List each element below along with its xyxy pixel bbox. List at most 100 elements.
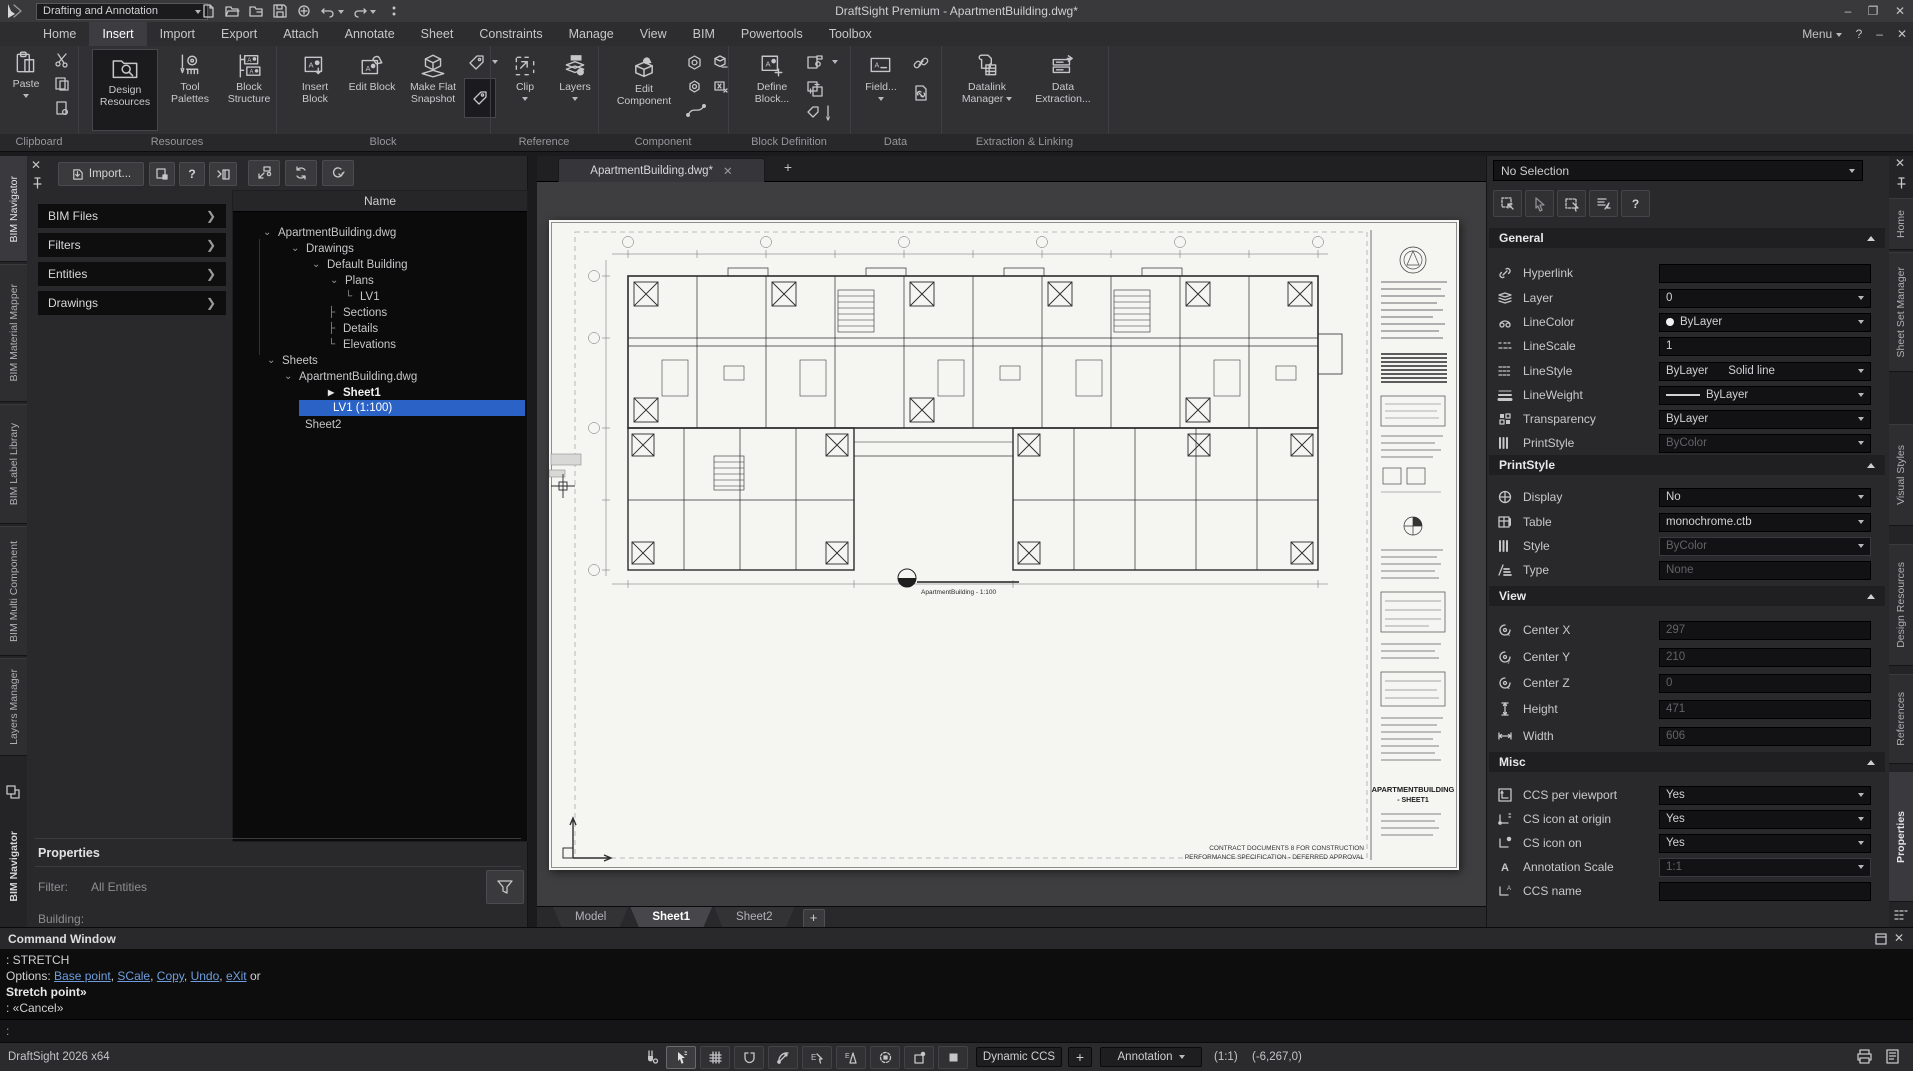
drawing-sheet[interactable]: ApartmentBuilding - 1:100 [549,220,1459,870]
menu-home[interactable]: Home [30,22,89,46]
sync-button[interactable] [285,160,317,186]
ccs-icon-toggle[interactable] [904,1046,934,1069]
section-printstyle[interactable]: PrintStyle [1489,455,1885,475]
print-icon[interactable] [296,3,312,19]
hexagon-component-icon[interactable] [686,54,703,71]
table-value[interactable]: monochrome.ctb [1659,513,1871,532]
cut-icon[interactable] [54,52,70,68]
dock-tab-properties[interactable]: Properties [1889,772,1913,902]
dock-tab-sheet-set-manager[interactable]: Sheet Set Manager [1889,252,1913,372]
menu-view[interactable]: View [627,22,680,46]
save-icon[interactable] [272,3,288,19]
properties-help-button[interactable]: ? [1621,190,1650,217]
new-file-icon[interactable] [200,3,216,19]
tree-node-sections[interactable]: ├Sections [328,305,387,320]
entity-snap-toggle[interactable]: E [802,1046,832,1069]
minimize-button[interactable]: – [1838,2,1858,20]
annotation-scale-dropdown[interactable]: Annotation [1100,1047,1202,1067]
redo-icon[interactable] [352,3,368,19]
tree-node-details[interactable]: ├Details [328,321,378,336]
linescale-value[interactable]: 1 [1659,337,1871,356]
dock-tab-bim-label-library[interactable]: BIM Label Library [0,404,27,524]
paste-dropdown-icon[interactable] [23,94,29,98]
hyperlink-icon[interactable] [912,54,930,72]
attach-mapping-button[interactable] [149,162,175,186]
dock-tab-bim-material-mapper[interactable]: BIM Material Mapper [0,264,27,402]
menu-bim[interactable]: BIM [680,22,728,46]
tree-node-plans[interactable]: ⌄Plans [330,273,374,288]
gravity-toggle[interactable] [870,1046,900,1069]
workspace-selector[interactable]: Drafting and Annotation [36,3,208,20]
menu-insert[interactable]: Insert [89,22,146,46]
clip-button[interactable]: Clip [502,53,548,105]
deselect-button[interactable] [1525,190,1554,217]
component-remove-icon[interactable] [712,54,729,71]
dock-tab-visual-styles[interactable]: Visual Styles [1889,424,1913,526]
tree-column-header[interactable]: Name [233,191,527,212]
dock-window-icon[interactable] [1874,932,1888,946]
pencil-icon[interactable] [824,104,832,122]
grid-toggle[interactable] [700,1046,730,1069]
section-misc[interactable]: Misc [1489,752,1885,772]
tree-node-apartmentbuilding[interactable]: ⌄ApartmentBuilding.dwg [263,225,396,240]
layer-value[interactable]: 0 [1659,289,1871,308]
snap-toggle[interactable] [734,1046,764,1069]
tab-model[interactable]: Model [553,907,628,928]
dynamic-ccs-button[interactable]: Dynamic CCS [976,1047,1062,1067]
option-undo[interactable]: Undo [191,969,220,983]
option-scale[interactable]: SCale [117,969,150,983]
option-copy[interactable]: Copy [157,969,184,983]
undo-dropdown-icon[interactable] [338,10,344,14]
open-file-icon[interactable] [224,3,240,19]
scale-add-button[interactable]: + [1068,1047,1092,1067]
menu-constraints[interactable]: Constraints [466,22,555,46]
command-close-icon[interactable]: ✕ [1894,931,1904,945]
hyperlink-value[interactable] [1659,264,1871,283]
command-window-header[interactable]: Command Window ✕ [0,927,1913,950]
dock-tab-home[interactable]: Home [1889,198,1913,250]
tree-node-apartmentbuilding-sheets[interactable]: ⌄ApartmentBuilding.dwg [284,369,417,384]
menu-manage[interactable]: Manage [556,22,627,46]
menu-toolbox[interactable]: Toolbox [816,22,885,46]
ribbon-close-button[interactable]: ✕ [1897,27,1907,41]
filter-funnel-button[interactable] [486,870,524,904]
paste-button[interactable]: Paste [4,50,48,102]
maximize-button[interactable]: ❐ [1863,2,1883,20]
accordion-bim-files[interactable]: BIM Files❯ [38,204,226,228]
sync-check-button[interactable] [322,160,354,186]
entity-track-toggle[interactable]: E [836,1046,866,1069]
block-sync-icon[interactable] [806,80,824,98]
undo-icon[interactable] [320,3,336,19]
tree-node-lv1-viewport[interactable]: LV1 (1:100) [299,400,525,416]
linecolor-value[interactable]: ByLayer [1659,313,1871,332]
section-general[interactable]: General [1489,228,1885,248]
layers-button[interactable]: PDF Layers [552,53,598,105]
lineweight-value[interactable]: ByLayer [1659,386,1871,405]
ribbon-minimize-button[interactable]: – [1876,27,1883,41]
menu-powertools[interactable]: Powertools [728,22,816,46]
transparency-value[interactable]: ByLayer [1659,410,1871,429]
menu-sheet[interactable]: Sheet [408,22,467,46]
panel-close-icon[interactable]: ✕ [1895,156,1905,170]
customize-toolbar-icon[interactable] [386,3,402,19]
accordion-entities[interactable]: Entities❯ [38,262,226,286]
fill-mode-toggle[interactable] [938,1046,968,1069]
menu-button[interactable]: Menu [1802,27,1841,41]
help-button[interactable]: ? [1856,27,1863,41]
tag-dropdown-icon[interactable] [492,60,498,64]
menu-import[interactable]: Import [147,22,208,46]
command-history[interactable]: : STRETCH Options: Base point, SCale, Co… [0,949,1913,1019]
component-path-icon[interactable] [686,102,706,119]
field-button[interactable]: A Field... [858,53,904,105]
polar-tracking-toggle[interactable] [768,1046,798,1069]
datalink-dropdown-icon[interactable] [1006,97,1012,101]
pin-icon[interactable] [31,176,44,190]
make-flat-snapshot-button[interactable]: Make Flat Snapshot [400,53,466,105]
tree-node-drawings[interactable]: ⌄Drawings [291,241,354,256]
close-button[interactable]: ✕ [1890,2,1910,20]
add-sheet-button[interactable]: + [803,909,825,928]
pin-icon[interactable] [1895,176,1908,190]
panel-close-icon[interactable]: ✕ [31,158,41,172]
option-exit[interactable]: eXit [226,969,247,983]
snap-settings-icon[interactable] [644,1049,660,1065]
